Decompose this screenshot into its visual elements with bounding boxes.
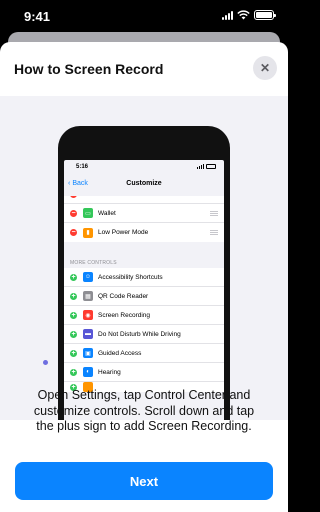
- list-item: + ▣ Guided Access: [64, 344, 224, 363]
- list-item: + ◐ Hearing: [64, 363, 224, 382]
- add-icon: +: [70, 368, 77, 376]
- wifi-icon: [237, 10, 250, 20]
- add-icon: +: [70, 292, 77, 300]
- wallet-icon: ▭: [83, 208, 93, 218]
- mini-status-icons: [197, 164, 216, 169]
- remove-icon: −: [70, 209, 77, 217]
- list-item-label: Hearing: [98, 368, 121, 376]
- list-item-label: Low Power Mode: [98, 229, 149, 236]
- lock-icon: ▣: [83, 348, 93, 358]
- add-icon: +: [70, 311, 77, 319]
- battery-icon: [254, 10, 276, 20]
- included-controls-group: − ▭ Wallet − ▮ Low Power Mode: [64, 196, 224, 242]
- mini-battery-icon: [206, 164, 216, 169]
- add-icon: +: [70, 330, 77, 338]
- list-item-label: Wallet: [98, 209, 116, 217]
- mini-nav-bar: ‹ Back Customize: [64, 174, 224, 196]
- car-icon: ▬: [83, 329, 93, 339]
- mini-nav-title: Customize: [126, 180, 162, 187]
- list-item-label: Do Not Disturb While Driving: [98, 330, 181, 338]
- status-time: 9:41: [24, 9, 51, 24]
- list-item: + ☺ Accessibility Shortcuts: [64, 268, 224, 287]
- list-item: + ▬ Do Not Disturb While Driving: [64, 325, 224, 344]
- next-button[interactable]: Next: [15, 462, 273, 500]
- reorder-grip-icon: [210, 211, 218, 216]
- list-item: − ▮ Low Power Mode: [64, 223, 224, 242]
- status-icons: [222, 10, 276, 20]
- list-item-partial: [64, 196, 224, 204]
- list-item-label: Screen Recording: [98, 311, 151, 319]
- more-controls-group: + ☺ Accessibility Shortcuts + ▦ QR Code …: [64, 268, 224, 392]
- more-controls-header: MORE CONTROLS: [70, 260, 117, 266]
- list-item-label: Guided Access: [98, 349, 142, 357]
- add-icon: +: [70, 349, 77, 357]
- close-button[interactable]: ✕: [253, 56, 277, 80]
- phone-screen: 5:16 ‹ Back Customize − ▭ Wallet − ▮ Low…: [64, 160, 224, 420]
- close-icon: ✕: [259, 61, 271, 75]
- sheet-title: How to Screen Record: [14, 61, 164, 77]
- list-item-label: QR Code Reader: [98, 292, 149, 300]
- illustration: 5:16 ‹ Back Customize − ▭ Wallet − ▮ Low…: [0, 96, 288, 420]
- mini-status-time: 5:16: [76, 164, 89, 170]
- mini-signal-icon: [197, 164, 204, 169]
- remove-icon: −: [70, 229, 77, 236]
- list-item: + ◉ Screen Recording: [64, 306, 224, 325]
- phone-mockup: 5:16 ‹ Back Customize − ▭ Wallet − ▮ Low…: [58, 126, 230, 420]
- qr-code-icon: ▦: [83, 291, 93, 301]
- remove-icon: [70, 196, 77, 198]
- list-item: + ▦ QR Code Reader: [64, 287, 224, 306]
- how-to-sheet: How to Screen Record ✕ 5:16 ‹ Back Custo…: [0, 42, 288, 512]
- cellular-signal-icon: [222, 10, 233, 20]
- list-item: − ▭ Wallet: [64, 204, 224, 223]
- page-indicator-dot: [43, 360, 48, 365]
- battery-icon: ▮: [83, 227, 93, 238]
- sheet-header: How to Screen Record ✕: [0, 42, 288, 96]
- accessibility-icon: ☺: [83, 272, 93, 282]
- instructions-text: Open Settings, tap Control Center and cu…: [33, 388, 255, 433]
- record-icon: ◉: [83, 310, 93, 320]
- add-icon: +: [70, 273, 77, 281]
- ear-icon: ◐: [83, 367, 93, 377]
- mini-status-bar: 5:16: [64, 160, 224, 174]
- status-bar: 9:41: [0, 0, 288, 32]
- reorder-grip-icon: [210, 230, 218, 235]
- list-item-label: Accessibility Shortcuts: [98, 273, 163, 281]
